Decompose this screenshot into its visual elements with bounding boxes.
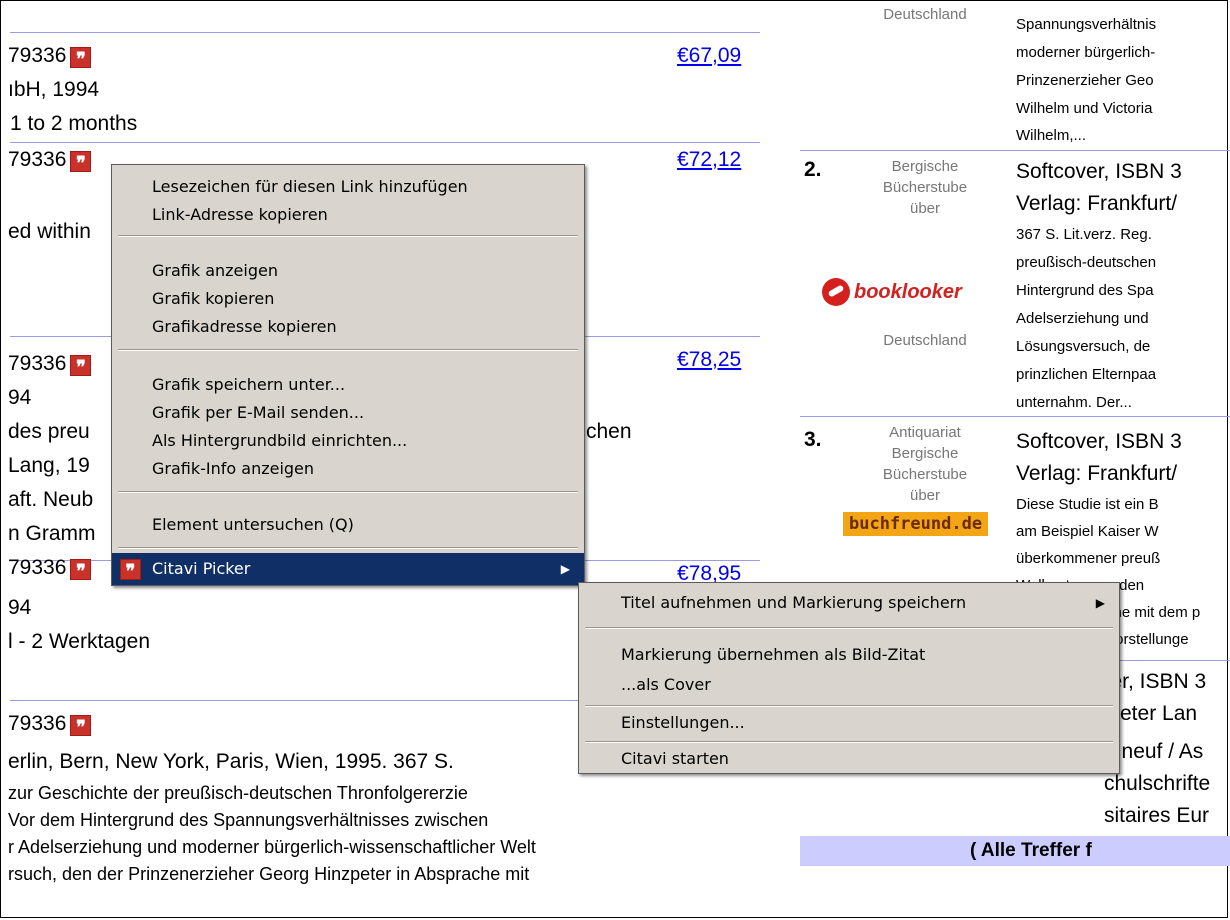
citavi-quote-icon[interactable]: ❞ [70, 559, 92, 582]
citavi-quote-icon: ❞ [120, 559, 141, 582]
isbn-text: 79336 ❞ [8, 556, 92, 582]
submenu-arrow-icon: ▶ [560, 562, 570, 576]
menu-item-email-image[interactable]: Grafik per E-Mail senden... [112, 399, 584, 427]
year-text: 94 [8, 386, 32, 409]
menu-separator [118, 349, 578, 351]
description-line: Diese Studie ist ein B [1016, 496, 1159, 513]
seller-name: Antiquariat Bergische Bücherstube über [882, 424, 968, 504]
description-line: rsuch, den der Prinzenerzieher Georg Hin… [8, 864, 530, 884]
description-line: 367 S. Lit.verz. Reg. [1016, 226, 1152, 243]
seller-country: Deutschland [883, 6, 967, 23]
delivery-text: 1 to 2 months [10, 112, 138, 135]
description-line: überkommener preuß [1016, 550, 1161, 567]
menu-separator [118, 547, 578, 549]
delivery-text: l - 2 Werktagen [8, 630, 151, 653]
row-divider [800, 416, 1230, 417]
submenu-item-settings[interactable]: Einstellungen... [579, 709, 1119, 737]
menu-item-copy-image-address[interactable]: Grafikadresse kopieren [112, 313, 584, 341]
binding-isbn: Softcover, ISBN 3 [1016, 430, 1182, 453]
menu-item-inspect-element[interactable]: Element untersuchen (Q) [112, 511, 584, 539]
publisher-text: erlin, Bern, New York, Paris, Wien, 1995… [8, 750, 454, 773]
citavi-quote-icon[interactable]: ❞ [70, 151, 92, 174]
row-divider [10, 32, 760, 33]
isbn-text: 79336 ❞ [8, 44, 92, 70]
description-line: unternahm. Der... [1016, 394, 1132, 411]
series-text: aft. Neub [8, 488, 94, 511]
description-line: Prinzenerzieher Geo [1016, 72, 1154, 89]
seller-name: Bergische Bücherstube über [882, 158, 968, 217]
context-menu: Lesezeichen für diesen Link hinzufügen L… [111, 164, 585, 586]
description-line: r Adelserziehung und moderner bürgerlich… [8, 837, 536, 857]
menu-item-citavi-picker[interactable]: ❞ Citavi Picker ▶ [112, 553, 584, 585]
description-line: am Beispiel Kaiser W [1016, 523, 1159, 540]
title-text-tail: chen [586, 420, 632, 443]
series-text: chulschrifte [1104, 772, 1211, 795]
citavi-submenu: Titel aufnehmen und Markierung speichern… [578, 582, 1120, 774]
menu-item-copy-image[interactable]: Grafik kopieren [112, 285, 584, 313]
publisher-text: ıbH, 1994 [8, 78, 100, 101]
booklooker-logo[interactable]: booklooker [822, 278, 962, 311]
menu-separator [585, 627, 1113, 629]
description-line: che mit dem p [1106, 604, 1201, 621]
menu-separator [585, 705, 1113, 707]
description-line: Adelserziehung und [1016, 310, 1149, 327]
citavi-quote-icon[interactable]: ❞ [70, 355, 92, 378]
price-link[interactable]: €78,25 [677, 348, 741, 372]
isbn-text: 79336 ❞ [8, 148, 92, 174]
all-results-bar[interactable]: ( Alle Treffer f [800, 836, 1230, 866]
seller-country: Deutschland [883, 332, 967, 349]
series-text: n Gramm [8, 522, 96, 545]
menu-item-view-image[interactable]: Grafik anzeigen [112, 257, 584, 285]
description-line: prinzlichen Elternpaa [1016, 366, 1157, 383]
citavi-quote-icon[interactable]: ❞ [70, 715, 92, 738]
menu-separator [585, 741, 1113, 743]
series-text: sitaires Eur [1104, 804, 1210, 827]
menu-item-image-info[interactable]: Grafik-Info anzeigen [112, 455, 584, 483]
description-line: Spannungsverhältnis [1016, 16, 1157, 33]
menu-separator [118, 235, 578, 237]
delivery-text: ed within [8, 220, 91, 243]
all-results-link[interactable]: ( Alle Treffer f [970, 840, 1092, 862]
menu-item-add-bookmark[interactable]: Lesezeichen für diesen Link hinzufügen [112, 173, 584, 201]
description-line: preußisch-deutschen [1016, 254, 1157, 271]
description-line: Wilhelm und Victoria [1016, 100, 1153, 117]
row-divider [800, 150, 1230, 151]
description-line: Vor dem Hintergrund des Spannungsverhält… [8, 810, 489, 830]
publisher-text: Verlag: Frankfurt/ [1016, 192, 1178, 215]
result-number: 3. [804, 428, 822, 451]
menu-item-set-background[interactable]: Als Hintergrundbild einrichten... [112, 427, 584, 455]
description-line: moderner bürgerlich- [1016, 44, 1156, 61]
menu-separator [118, 491, 578, 493]
price-link[interactable]: €67,09 [677, 44, 741, 68]
buchfreund-logo[interactable]: buchfreund.de [843, 512, 989, 536]
menu-item-save-image[interactable]: Grafik speichern unter... [112, 371, 584, 399]
submenu-item-image-quote[interactable]: Markierung übernehmen als Bild-Zitat [579, 641, 1119, 669]
description-line: zur Geschichte der preußisch-deutschen T… [8, 783, 468, 803]
submenu-arrow-icon: ▶ [1095, 596, 1105, 610]
booklooker-logo-icon [822, 278, 850, 306]
year-text: 94 [8, 596, 32, 619]
description-line: Hintergrund des Spa [1016, 282, 1154, 299]
isbn-text: 79336 ❞ [8, 352, 92, 378]
price-link[interactable]: €72,12 [677, 148, 741, 172]
submenu-item-capture-title[interactable]: Titel aufnehmen und Markierung speichern… [579, 589, 1119, 617]
description-line: Wilhelm,... [1016, 127, 1087, 144]
submenu-item-as-cover[interactable]: ...als Cover [579, 671, 1119, 699]
publisher-text: Lang, 19 [8, 454, 90, 477]
menu-item-copy-link[interactable]: Link-Adresse kopieren [112, 201, 584, 229]
citavi-quote-icon[interactable]: ❞ [70, 47, 92, 70]
title-text: des preu [8, 420, 90, 443]
publisher-text: Verlag: Frankfurt/ [1016, 462, 1178, 485]
binding-isbn: Softcover, ISBN 3 [1016, 160, 1182, 183]
submenu-item-start-citavi[interactable]: Citavi starten [579, 745, 1119, 773]
result-number: 2. [804, 158, 822, 181]
description-line: Lösungsversuch, de [1016, 338, 1151, 355]
isbn-text: 79336 ❞ [8, 712, 92, 738]
row-divider [10, 142, 760, 143]
